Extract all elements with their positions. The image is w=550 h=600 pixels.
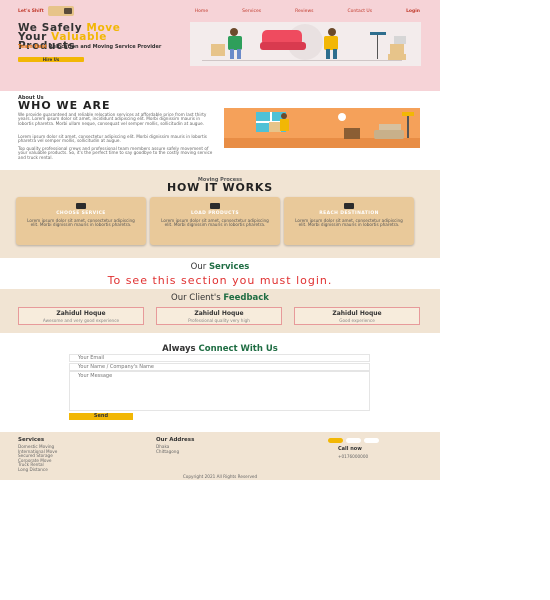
moving-illustration <box>190 22 421 66</box>
feedback-section: Our Client's Feedback Zahidul Hoque Awes… <box>0 289 440 333</box>
hero-tagline-text: Relocation and Moving Service Provider <box>47 44 162 50</box>
about-paragraph-3: Top quality professional crews and profe… <box>18 146 213 160</box>
services-title-text: Our <box>190 262 209 272</box>
name-field[interactable] <box>69 363 370 371</box>
nav-link-services[interactable]: Services <box>242 9 261 14</box>
reviewer-name: Zahidul Hoque <box>194 310 244 317</box>
call-now-heading: Call now <box>338 446 362 452</box>
works-title: HOW IT WORKS <box>167 181 273 194</box>
login-link[interactable]: Login <box>406 9 420 14</box>
truck-logo-icon <box>47 6 74 16</box>
laptop-icon <box>76 203 86 209</box>
send-button[interactable]: Send <box>69 413 133 420</box>
twitter-icon[interactable] <box>346 438 361 443</box>
nav-link-contact[interactable]: Contact Us <box>347 9 372 14</box>
truck-icon <box>210 203 220 209</box>
work-card-load: LOAD PRODUCTS Lorem ipsum dolor sit amet… <box>150 197 280 245</box>
reviewer-name: Zahidul Hoque <box>56 310 106 317</box>
about-paragraph-1: We provide guaranteed and reliable reloc… <box>18 112 207 126</box>
truck-icon <box>344 203 354 209</box>
footer-address-line: Chittagong <box>156 448 180 454</box>
services-login-notice: To see this section you must login. <box>107 274 333 287</box>
hero-tagline-highlight: Team Best <box>18 44 48 50</box>
copyright: Copyright 2021 All Rights Reserved <box>182 474 258 479</box>
reviewer-name: Zahidul Hoque <box>332 310 382 317</box>
hero-tagline: Team Best Relocation and Moving Service … <box>18 44 168 51</box>
nav-link-home[interactable]: Home <box>195 9 208 14</box>
work-card-reach: REACH DESTINATION Lorem ipsum dolor sit … <box>284 197 414 245</box>
contact-title-text: Always <box>162 344 199 354</box>
feedback-title-highlight: Feedback <box>223 293 269 303</box>
feedback-card: Zahidul Hoque Good experience <box>294 307 420 325</box>
linkedin-icon[interactable] <box>364 438 379 443</box>
contact-title: Always Connect With Us <box>0 344 440 354</box>
nav-links: Home Services Reviews Contact Us <box>195 9 372 14</box>
card-text: Lorem ipsum dolor sit amet, consectetur … <box>295 218 403 228</box>
logo[interactable]: Let's Shift <box>18 6 74 16</box>
contact-title-highlight: Connect With Us <box>198 344 278 354</box>
feedback-card: Zahidul Hoque Professional quality very … <box>156 307 282 325</box>
logo-text: Let's Shift <box>18 8 44 14</box>
footer-address-heading: Our Address <box>156 437 195 443</box>
room-illustration <box>224 108 420 148</box>
review-text: Good experience <box>339 318 375 323</box>
email-field[interactable] <box>69 354 370 362</box>
feedback-card: Zahidul Hoque Awesome and very good expe… <box>18 307 144 325</box>
nav-link-reviews[interactable]: Reviews <box>295 9 313 14</box>
card-title: LOAD PRODUCTS <box>191 211 239 216</box>
work-card-choose: CHOOSE SERVICE Lorem ipsum dolor sit ame… <box>16 197 146 245</box>
how-it-works-section: Moving Process HOW IT WORKS CHOOSE SERVI… <box>0 170 440 258</box>
card-text: Lorem ipsum dolor sit amet, consectetur … <box>27 218 135 228</box>
card-text: Lorem ipsum dolor sit amet, consectetur … <box>161 218 269 228</box>
about-title: WHO WE ARE <box>18 99 111 112</box>
hire-us-button[interactable]: Hire Us <box>18 57 84 62</box>
phone-number[interactable]: +0176000000 <box>338 454 368 459</box>
navbar: Let's Shift Home Services Reviews Contac… <box>18 4 420 18</box>
review-text: Professional quality very high <box>188 318 250 323</box>
message-field[interactable] <box>69 371 370 411</box>
social-links <box>328 438 379 443</box>
facebook-icon[interactable] <box>328 438 343 443</box>
footer: Services Domestic Moving International M… <box>0 432 440 480</box>
feedback-title: Our Client's Feedback <box>0 293 440 303</box>
page: Let's Shift Home Services Reviews Contac… <box>0 0 550 600</box>
card-title: CHOOSE SERVICE <box>56 211 106 216</box>
services-title: Our Services <box>0 262 440 272</box>
services-title-highlight: Services <box>208 262 250 272</box>
footer-services-heading: Services <box>18 437 45 443</box>
feedback-title-text: Our Client's <box>171 293 224 303</box>
card-title: REACH DESTINATION <box>319 211 379 216</box>
footer-service-link[interactable]: Long Distance <box>18 467 48 472</box>
review-text: Awesome and very good experience <box>42 318 120 323</box>
hero-section: Let's Shift Home Services Reviews Contac… <box>0 0 440 91</box>
about-paragraph-2: Lorem ipsum dolor sit amet, consectetur … <box>18 134 207 144</box>
